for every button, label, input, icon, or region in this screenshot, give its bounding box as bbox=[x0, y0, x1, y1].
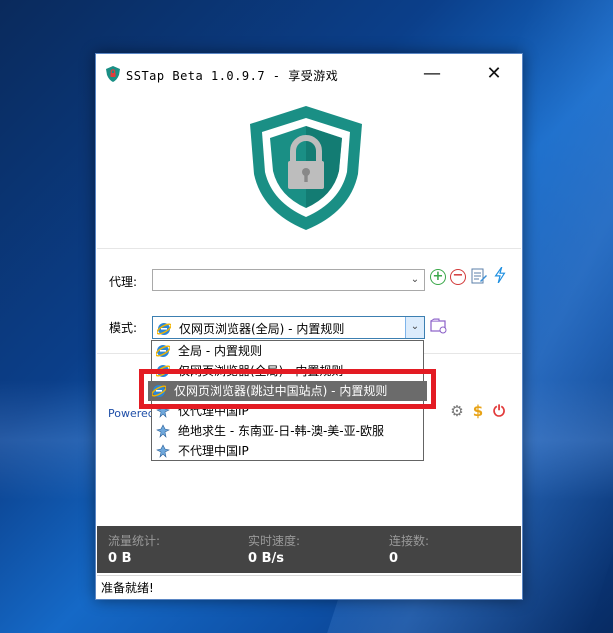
pubg-icon bbox=[156, 424, 170, 438]
edit-proxy-icon[interactable] bbox=[471, 268, 487, 284]
dollar-icon[interactable]: $ bbox=[470, 403, 486, 419]
connections-value: 0 bbox=[389, 551, 399, 566]
speed-label: 实时速度: bbox=[248, 534, 301, 548]
dropdown-option-label: 绝地求生 - 东南亚-日-韩-澳-美-亚-欧服 bbox=[178, 424, 384, 438]
speed-value: 0 B/s bbox=[248, 551, 284, 566]
proxy-select[interactable]: ⌄ bbox=[152, 269, 425, 291]
settings-panel: 代理: ⌄ + − 模式: 仅网页浏览器(全局) - 内置规则 ⌄ bbox=[97, 248, 521, 354]
traffic-value: 0 B bbox=[108, 551, 132, 566]
dropdown-option-label: 全局 - 内置规则 bbox=[178, 344, 262, 358]
app-shield-icon bbox=[106, 66, 120, 82]
mode-value-text: 仅网页浏览器(全局) - 内置规则 bbox=[179, 322, 345, 336]
window-title: SSTap Beta 1.0.9.7 - 享受游戏 bbox=[126, 69, 339, 83]
stats-bar: 流量统计: 0 B 实时速度: 0 B/s 连接数: 0 bbox=[97, 526, 521, 573]
mode-select-value: 仅网页浏览器(全局) - 内置规则 bbox=[157, 320, 344, 337]
ie-icon bbox=[156, 345, 170, 357]
shield-lock-logo bbox=[250, 106, 362, 230]
connections-label: 连接数: bbox=[389, 534, 430, 548]
status-text: 准备就绪! bbox=[101, 581, 154, 595]
chevron-down-icon[interactable]: ⌄ bbox=[405, 317, 424, 338]
dropdown-option[interactable]: 绝地求生 - 东南亚-日-韩-澳-美-亚-欧服 bbox=[152, 421, 423, 441]
power-icon[interactable]: ⏻ bbox=[491, 403, 507, 419]
dropdown-option-label: 不代理中国IP bbox=[178, 444, 249, 458]
traffic-label: 流量统计: bbox=[108, 534, 161, 548]
sstap-window: SSTap Beta 1.0.9.7 - 享受游戏 — ✕ 代理: ⌄ + − bbox=[95, 53, 523, 600]
mode-select[interactable]: 仅网页浏览器(全局) - 内置规则 ⌄ bbox=[152, 316, 425, 339]
connections-stat: 连接数: 0 bbox=[389, 532, 429, 566]
speed-stat: 实时速度: 0 B/s bbox=[248, 532, 300, 566]
proxy-label: 代理: bbox=[109, 275, 138, 289]
mode-settings-icon[interactable] bbox=[430, 318, 448, 334]
mode-label: 模式: bbox=[109, 321, 138, 335]
lightning-icon[interactable] bbox=[492, 267, 508, 283]
dropdown-option[interactable]: 不代理中国IP bbox=[152, 441, 423, 461]
minimize-button[interactable]: — bbox=[410, 60, 454, 88]
title-bar[interactable]: SSTap Beta 1.0.9.7 - 享受游戏 — ✕ bbox=[96, 54, 522, 94]
annotation-highlight-box bbox=[139, 369, 436, 409]
ie-icon bbox=[157, 323, 171, 335]
gear-icon[interactable]: ⚙ bbox=[449, 403, 465, 419]
traffic-stat: 流量统计: 0 B bbox=[108, 532, 160, 566]
status-bar: 准备就绪! bbox=[97, 575, 521, 598]
close-button[interactable]: ✕ bbox=[472, 60, 516, 88]
pubg-icon bbox=[156, 444, 170, 458]
remove-proxy-icon[interactable]: − bbox=[450, 269, 466, 285]
chevron-down-icon[interactable]: ⌄ bbox=[406, 270, 424, 290]
add-proxy-icon[interactable]: + bbox=[430, 269, 446, 285]
dropdown-option[interactable]: 全局 - 内置规则 bbox=[152, 341, 423, 361]
